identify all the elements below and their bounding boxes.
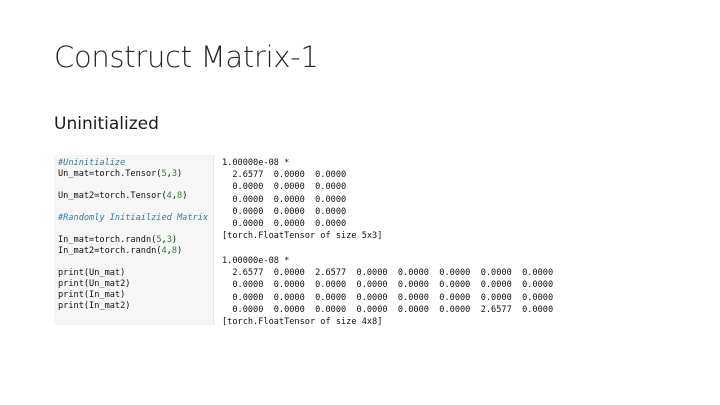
output-line: 0.0000 0.0000 0.0000 [222, 218, 347, 229]
code-line: In_mat=torch.randn(5,3) [58, 235, 213, 246]
output-line: 0.0000 0.0000 0.0000 0.0000 0.0000 0.000… [222, 304, 554, 315]
output-area: 1.00000e-08 * 2.6577 0.0000 0.0000 0.000… [222, 157, 553, 328]
output-line: 0.0000 0.0000 0.0000 0.0000 0.0000 0.000… [222, 292, 554, 303]
code-comment: #Uninitialize [58, 158, 126, 168]
output-block-4x8: 1.00000e-08 * 2.6577 0.0000 2.6577 0.000… [222, 255, 553, 328]
code-text: In_mat=torch.randn( [58, 235, 157, 245]
code-line: In_mat2=torch.randn(4,8) [58, 246, 213, 257]
output-block-5x3: 1.00000e-08 * 2.6577 0.0000 0.0000 0.000… [222, 157, 553, 242]
output-line: [torch.FloatTensor of size 4x8] [222, 317, 383, 328]
code-line: Un_mat2=torch.Tensor(4,8) [58, 191, 213, 202]
output-line: [torch.FloatTensor of size 5x3] [222, 231, 383, 242]
output-line: 0.0000 0.0000 0.0000 [222, 206, 347, 217]
output-line: 0.0000 0.0000 0.0000 0.0000 0.0000 0.000… [222, 280, 554, 291]
output-line: 0.0000 0.0000 0.0000 [222, 182, 347, 193]
output-line: 1.00000e-08 * [222, 158, 290, 168]
output-line: 2.6577 0.0000 0.0000 [222, 170, 347, 181]
code-text: Un_mat=torch.Tensor( [58, 169, 162, 179]
code-text: ) [177, 246, 183, 256]
code-text: In_mat2=torch.randn( [58, 246, 162, 256]
code-line: print(In_mat) [58, 290, 126, 300]
code-line: print(Un_mat) [58, 268, 126, 278]
code-line: Un_mat=torch.Tensor(5,3) [58, 169, 213, 180]
output-line: 1.00000e-08 * [222, 256, 290, 267]
code-cell[interactable]: #Uninitialize Un_mat=torch.Tensor(5,3) U… [54, 155, 214, 325]
code-text: ) [177, 169, 183, 179]
code-line: print(In_mat2) [58, 301, 131, 311]
code-text: ) [171, 235, 178, 245]
code-text: Un_mat2=torch.Tensor( [58, 191, 167, 201]
slide-subtitle: Uninitialized [54, 114, 159, 134]
output-line: 2.6577 0.0000 2.6577 0.0000 0.0000 0.000… [222, 268, 554, 279]
code-line: print(Un_mat2) [58, 279, 131, 289]
code-comment: #Randomly Initiailzied Matrix [58, 213, 209, 223]
output-gap [222, 242, 553, 255]
output-line: 0.0000 0.0000 0.0000 [222, 194, 347, 205]
code-text: ) [182, 191, 188, 201]
slide-title: Construct Matrix-1 [54, 40, 319, 74]
